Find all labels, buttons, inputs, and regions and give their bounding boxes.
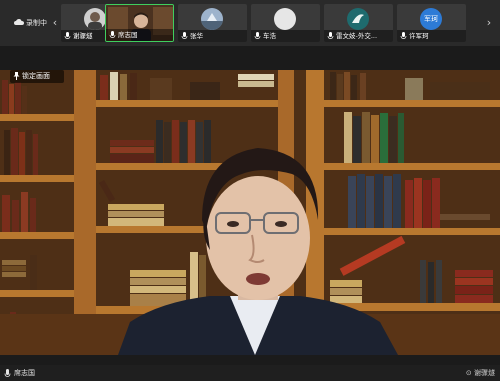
avatar: 军珂: [420, 8, 442, 30]
avatar: [201, 8, 223, 30]
mic-icon: [254, 32, 261, 39]
participant-tile-active[interactable]: 席志国: [105, 4, 174, 42]
participant-name: 谢骤燧: [73, 32, 93, 40]
participant-name: 雷文妓-外交...: [336, 32, 378, 40]
avatar-initials: 军珂: [424, 15, 438, 23]
mic-icon: [64, 32, 71, 39]
bottom-status-bar: 席志国 ⊙ 谢骤燧: [0, 365, 500, 381]
pin-icon: [13, 72, 20, 80]
host-indicator: ⊙ 谢骤燧: [466, 367, 495, 379]
participant-name: 许军珂: [409, 32, 429, 40]
participant-strip: 录制中 ‹ 谢骤燧 席志国 张华 车浩 雷文妓-外交... 军珂 许军珂 ›: [0, 0, 500, 46]
mic-icon: [4, 368, 11, 377]
participant-tile[interactable]: 雷文妓-外交...: [324, 4, 393, 42]
mic-icon: [400, 32, 407, 39]
avatar: [84, 8, 106, 30]
mic-icon: [181, 32, 188, 39]
host-icon: ⊙: [465, 369, 474, 377]
avatar: [274, 8, 296, 30]
avatar: [347, 8, 369, 30]
pin-view-button[interactable]: 锁定画面: [10, 70, 64, 83]
mic-icon: [109, 31, 116, 38]
speaker-video-frame: [0, 70, 500, 355]
next-page-button[interactable]: ›: [484, 14, 494, 32]
cloud-icon: [14, 19, 24, 25]
previous-page-button[interactable]: ‹: [50, 14, 60, 32]
participant-tile[interactable]: 张华: [178, 4, 247, 42]
host-name: 谢骤燧: [474, 369, 495, 377]
participant-tile[interactable]: 军珂 许军珂: [397, 4, 466, 42]
mic-icon: [327, 32, 334, 39]
speaker-name: 席志国: [14, 369, 35, 377]
main-video: [0, 70, 500, 355]
participant-name: 车浩: [263, 32, 276, 40]
participant-name: 席志国: [118, 31, 138, 39]
participant-tile[interactable]: 车浩: [251, 4, 320, 42]
pin-label-text: 锁定画面: [22, 72, 50, 80]
meeting-window: 录制中 ‹ 谢骤燧 席志国 张华 车浩 雷文妓-外交... 军珂 许军珂 › 锁…: [0, 0, 500, 381]
participant-name: 张华: [190, 32, 203, 40]
recording-label: 录制中: [26, 19, 47, 27]
active-speaker-label: 席志国: [4, 367, 35, 379]
